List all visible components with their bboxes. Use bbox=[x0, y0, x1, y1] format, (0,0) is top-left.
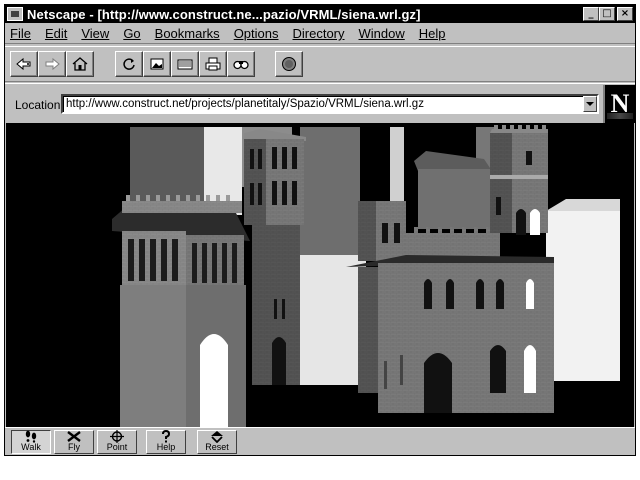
menu-go[interactable]: Go bbox=[123, 26, 140, 41]
netscape-logo[interactable]: N bbox=[603, 85, 635, 123]
reload-icon bbox=[123, 58, 135, 70]
menu-help[interactable]: Help bbox=[419, 26, 446, 41]
browser-window: Netscape - [http://www.construct.ne...pa… bbox=[4, 4, 636, 456]
menu-edit[interactable]: Edit bbox=[45, 26, 67, 41]
menu-directory[interactable]: Directory bbox=[293, 26, 345, 41]
menu-window[interactable]: Window bbox=[359, 26, 405, 41]
point-label: Point bbox=[106, 442, 128, 452]
back-button[interactable] bbox=[10, 51, 38, 77]
home-button[interactable] bbox=[66, 51, 94, 77]
nav-button-group bbox=[10, 51, 94, 79]
walk-label: Walk bbox=[21, 442, 41, 452]
window-title: Netscape - [http://www.construct.ne...pa… bbox=[27, 6, 421, 22]
left-tower-archway bbox=[200, 334, 228, 427]
window-controls: _ □ × bbox=[583, 7, 633, 21]
title-bar[interactable]: Netscape - [http://www.construct.ne...pa… bbox=[5, 5, 635, 23]
fly-label: Fly bbox=[68, 442, 80, 452]
menu-file[interactable]: File bbox=[10, 26, 31, 41]
find-button[interactable] bbox=[227, 51, 255, 77]
vrml-scene-viewport[interactable] bbox=[6, 123, 634, 427]
open-button[interactable] bbox=[171, 51, 199, 77]
close-button[interactable]: × bbox=[617, 7, 633, 21]
url-input[interactable]: http://www.construct.net/projects/planet… bbox=[61, 94, 599, 114]
stop-button[interactable] bbox=[275, 51, 303, 77]
walk-button[interactable]: Walk bbox=[11, 430, 51, 454]
help-label: Help bbox=[156, 442, 176, 452]
menu-bookmarks[interactable]: Bookmarks bbox=[155, 26, 220, 41]
reset-button[interactable]: Reset bbox=[197, 430, 237, 454]
forward-icon bbox=[45, 57, 60, 71]
print-button[interactable] bbox=[199, 51, 227, 77]
menu-options[interactable]: Options bbox=[234, 26, 279, 41]
left-tower-base bbox=[120, 285, 186, 427]
toolbar bbox=[5, 46, 635, 82]
reset-label: Reset bbox=[205, 442, 229, 452]
page-button-group bbox=[115, 51, 255, 79]
menu-bar: File Edit View Go Bookmarks Options Dire… bbox=[5, 24, 635, 44]
print-icon bbox=[205, 57, 221, 71]
open-icon bbox=[177, 59, 193, 70]
vrml-navigation-bar: Walk Fly Point Help Reset bbox=[5, 427, 635, 455]
find-icon bbox=[233, 60, 249, 70]
location-bar: Location: http://www.construct.net/proje… bbox=[5, 83, 635, 123]
fly-button[interactable]: Fly bbox=[54, 430, 94, 454]
point-button[interactable]: Point bbox=[97, 430, 137, 454]
white-block-right bbox=[546, 211, 620, 381]
reload-button[interactable] bbox=[115, 51, 143, 77]
back-icon bbox=[16, 57, 31, 71]
siena-scene-render bbox=[112, 125, 620, 427]
maximize-button[interactable]: □ bbox=[599, 7, 615, 21]
slim-tower bbox=[244, 139, 266, 225]
location-label: Location: bbox=[15, 98, 64, 112]
forward-button[interactable] bbox=[38, 51, 66, 77]
url-dropdown-button[interactable] bbox=[583, 96, 597, 112]
app-icon[interactable] bbox=[7, 7, 23, 21]
menu-view[interactable]: View bbox=[81, 26, 109, 41]
stop-button-group bbox=[275, 51, 303, 79]
right-palazzo-body bbox=[358, 267, 378, 393]
stop-icon bbox=[282, 57, 296, 71]
bg-tower-center bbox=[300, 127, 360, 255]
minimize-button[interactable]: _ bbox=[583, 7, 599, 21]
white-block-middle bbox=[296, 255, 366, 385]
home-icon bbox=[72, 57, 88, 71]
help-button[interactable]: Help bbox=[146, 430, 186, 454]
right-tower bbox=[490, 133, 512, 233]
images-icon bbox=[150, 58, 164, 70]
images-button[interactable] bbox=[143, 51, 171, 77]
